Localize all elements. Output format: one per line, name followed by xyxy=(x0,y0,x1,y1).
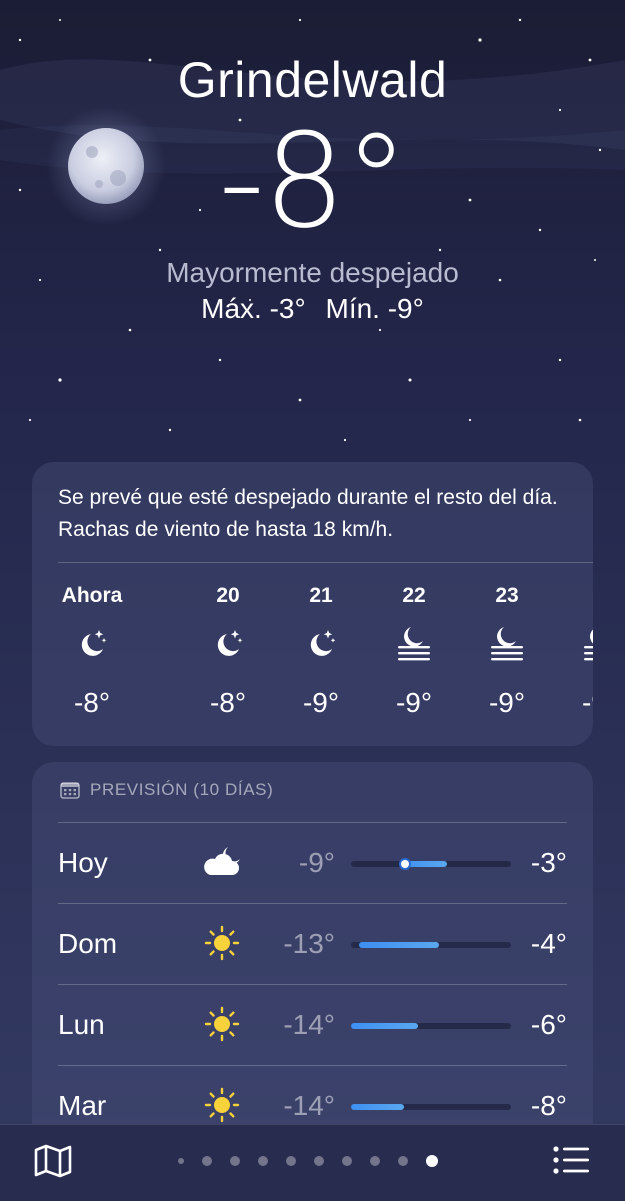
forecast-high: -8° xyxy=(530,1090,567,1121)
page-dot[interactable] xyxy=(314,1156,324,1166)
sun-icon xyxy=(200,923,244,963)
location-arrow-dot[interactable] xyxy=(178,1158,184,1164)
current-condition: Mayormente despejado xyxy=(166,257,459,288)
temperature-range-fill xyxy=(351,1104,404,1110)
hour-temperature: -9° xyxy=(581,687,593,718)
page-dot[interactable] xyxy=(398,1156,408,1166)
hour-label: 23 xyxy=(495,584,519,607)
forecast-high: -3° xyxy=(530,847,567,878)
hour-temperature: -8° xyxy=(73,687,111,718)
page-dot[interactable] xyxy=(370,1156,380,1166)
forecast-section-title-text: PREVISIÓN (10 DÍAS) xyxy=(90,780,274,799)
hour-temperature: -9° xyxy=(395,687,433,718)
temperature-range-fill xyxy=(351,1023,419,1029)
temperature-range-bar xyxy=(351,1104,511,1110)
forecast-day: Lun xyxy=(58,1009,105,1040)
page-dot[interactable] xyxy=(258,1156,268,1166)
forecast-high: -6° xyxy=(530,1009,567,1040)
moon-fog-icon xyxy=(460,622,554,666)
forecast-low: -14° xyxy=(283,1009,335,1040)
page-dot[interactable] xyxy=(342,1156,352,1166)
hour-label: 20 xyxy=(216,584,240,607)
hour-label: 22 xyxy=(402,584,426,607)
moon-fog-icon xyxy=(553,622,593,666)
forecast-low: -9° xyxy=(298,847,335,878)
page-dot[interactable] xyxy=(286,1156,296,1166)
page-dot[interactable] xyxy=(202,1156,212,1166)
moon-stars-icon xyxy=(274,622,368,666)
forecast-section-title: PREVISIÓN (10 DÍAS) xyxy=(60,780,273,800)
hour-label: 21 xyxy=(309,584,333,607)
forecast-high: -4° xyxy=(530,928,567,959)
hourly-forecast-card[interactable]: Se prevé que esté despejado durante el r… xyxy=(32,462,593,746)
forecast-summary: Se prevé que esté despejado durante el r… xyxy=(58,486,558,541)
divider xyxy=(58,562,593,563)
city-name: Grindelwald xyxy=(177,52,448,108)
moon-stars-icon xyxy=(181,622,275,666)
page-indicator[interactable] xyxy=(178,1155,438,1167)
ten-day-forecast-card[interactable]: PREVISIÓN (10 DÍAS) Hoy -9° -3° Dom -13°… xyxy=(32,762,593,1162)
divider xyxy=(58,984,567,985)
high-low: Máx. -3° Mín. -9° xyxy=(0,292,625,326)
current-weather-header: Grindelwald -8° Mayormente despejado Máx… xyxy=(0,50,625,326)
divider xyxy=(58,903,567,904)
location-list-button[interactable] xyxy=(553,1145,589,1180)
bottom-toolbar xyxy=(0,1124,625,1201)
hour-item: 23 -9° xyxy=(460,582,554,720)
temperature-range-fill xyxy=(359,942,439,948)
page-dot-active[interactable] xyxy=(426,1155,438,1167)
page-dot[interactable] xyxy=(230,1156,240,1166)
hour-item: 20 -8° xyxy=(181,582,275,720)
forecast-day: Mar xyxy=(58,1090,107,1121)
hourly-scroll[interactable]: Ahora -8° 20 -8° 21 -9° 22 -9° 23 -9° - xyxy=(32,582,593,732)
low-temperature: Mín. -9° xyxy=(325,293,424,324)
hour-label: 0 xyxy=(553,582,593,610)
hour-temperature: -9° xyxy=(488,687,526,718)
divider xyxy=(58,822,567,823)
divider xyxy=(58,1065,567,1066)
hour-temperature: -8° xyxy=(209,687,247,718)
moon-stars-icon xyxy=(45,622,139,666)
temperature-range-bar xyxy=(351,942,511,948)
cloud-moon-icon xyxy=(200,842,244,882)
hour-item: Ahora -8° xyxy=(45,582,139,720)
sun-icon xyxy=(200,1085,244,1125)
forecast-day: Dom xyxy=(58,928,118,959)
current-temperature: -8° xyxy=(218,105,409,257)
sun-icon xyxy=(200,1004,244,1044)
hour-label: Ahora xyxy=(61,584,123,607)
hour-item: 21 -9° xyxy=(274,582,368,720)
forecast-row[interactable]: Lun -14° -6° xyxy=(58,984,567,1065)
forecast-row[interactable]: Hoy -9° -3° xyxy=(58,822,567,903)
calendar-icon xyxy=(60,782,80,799)
forecast-row[interactable]: Dom -13° -4° xyxy=(58,903,567,984)
map-button[interactable] xyxy=(34,1143,72,1184)
temperature-range-bar xyxy=(351,1023,511,1029)
hour-temperature: -9° xyxy=(302,687,340,718)
forecast-low: -13° xyxy=(283,928,335,959)
forecast-low: -14° xyxy=(283,1090,335,1121)
high-temperature: Máx. -3° xyxy=(201,293,306,324)
map-icon xyxy=(34,1144,72,1178)
list-icon xyxy=(553,1146,589,1174)
moon-fog-icon xyxy=(367,622,461,666)
hour-item: 22 -9° xyxy=(367,582,461,720)
forecast-day: Hoy xyxy=(58,847,108,878)
hour-item: 0 -9° xyxy=(553,582,593,720)
temperature-range-bar xyxy=(351,860,511,868)
